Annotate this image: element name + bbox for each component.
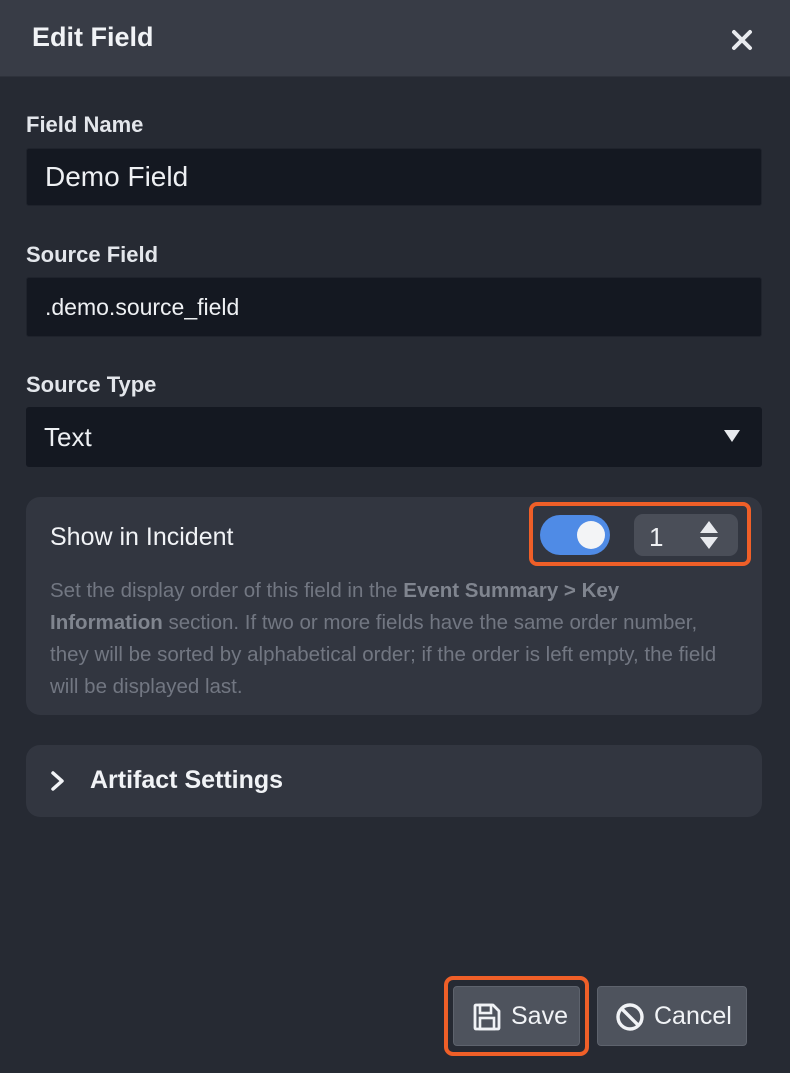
source-field-value: .demo.source_field xyxy=(45,293,240,320)
stepper-down-icon[interactable] xyxy=(700,537,718,549)
field-name-value: Demo Field xyxy=(45,161,189,192)
dialog-header: Edit Field xyxy=(0,0,790,77)
close-button[interactable] xyxy=(724,22,760,58)
show-in-incident-label: Show in Incident xyxy=(50,523,234,551)
show-in-incident-description: Set the display order of this field in t… xyxy=(50,579,717,698)
caret-down-icon xyxy=(724,430,740,442)
cancel-button[interactable]: Cancel xyxy=(597,986,747,1046)
dialog-title: Edit Field xyxy=(32,22,154,52)
toggle-knob xyxy=(577,521,605,549)
floppy-disk-icon xyxy=(473,1003,501,1031)
show-in-incident-toggle[interactable] xyxy=(540,515,610,555)
field-name-label: Field Name xyxy=(26,112,144,137)
stepper-up-icon[interactable] xyxy=(700,521,718,533)
source-field-label: Source Field xyxy=(26,242,159,267)
order-stepper[interactable]: 1 xyxy=(634,514,738,556)
cancel-label: Cancel xyxy=(654,1002,732,1030)
close-icon xyxy=(732,30,752,50)
source-type-value: Text xyxy=(44,421,92,452)
save-button[interactable]: Save xyxy=(453,986,580,1046)
save-label: Save xyxy=(511,1002,568,1030)
ban-icon xyxy=(616,1003,644,1031)
artifact-settings-label: Artifact Settings xyxy=(90,766,284,794)
chevron-right-icon xyxy=(51,771,64,791)
source-field-input[interactable]: .demo.source_field xyxy=(26,277,762,337)
source-type-label: Source Type xyxy=(26,372,157,397)
show-in-incident-panel: Show in Incident 1 Set the display order… xyxy=(26,497,762,715)
artifact-settings-accordion[interactable]: Artifact Settings xyxy=(26,745,762,817)
order-value: 1 xyxy=(649,522,664,552)
field-name-input[interactable]: Demo Field xyxy=(26,148,762,206)
source-type-select[interactable]: Text xyxy=(26,407,762,467)
